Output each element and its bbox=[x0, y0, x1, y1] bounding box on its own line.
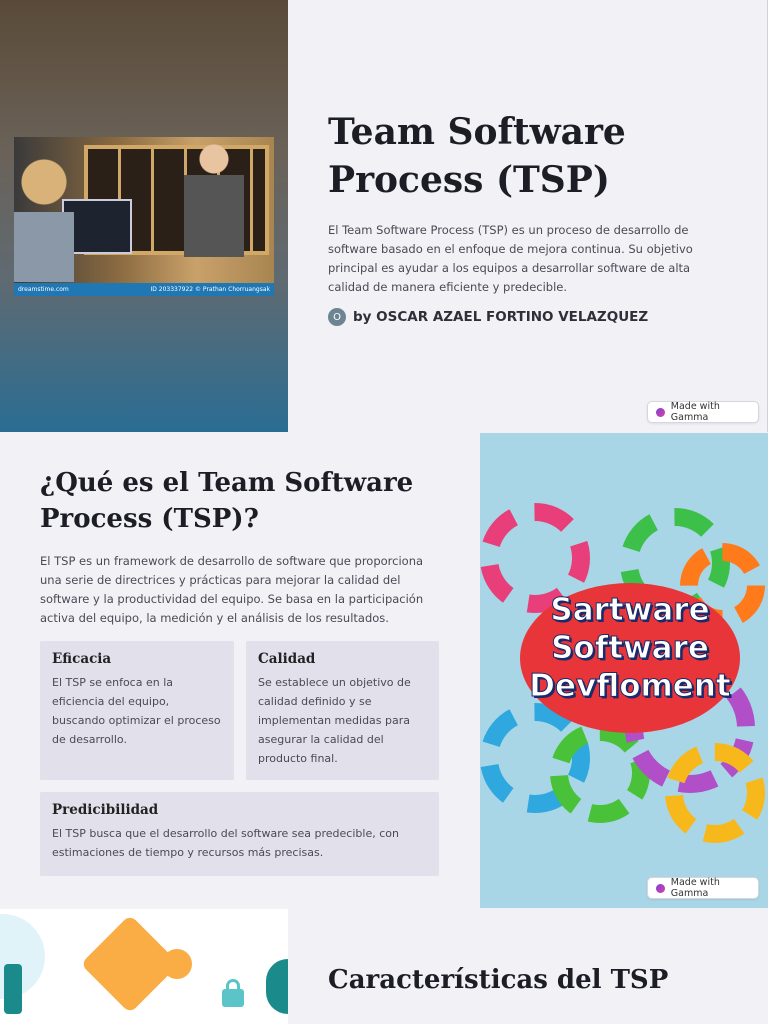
puzzle-illustration bbox=[0, 909, 288, 1024]
card-title: Calidad bbox=[258, 651, 316, 667]
section-title: ¿Qué es el Team Software Process (TSP)? bbox=[40, 468, 414, 534]
gear-icon bbox=[665, 743, 765, 843]
card-eficacia: Eficacia El TSP se enfoca en la eficienc… bbox=[40, 641, 234, 780]
woman-on-phone bbox=[184, 137, 244, 257]
gamma-logo-icon bbox=[656, 883, 665, 893]
lock-shackle bbox=[226, 979, 240, 993]
card-calidad: Calidad Se establece un objetivo de cali… bbox=[246, 641, 439, 780]
flashlight-icon bbox=[4, 964, 22, 1014]
card-text: El TSP busca que el desarrollo del softw… bbox=[52, 827, 399, 859]
card-text: Se establece un objetivo de calidad defi… bbox=[258, 676, 411, 765]
gamma-label: Made with Gamma bbox=[670, 401, 720, 423]
author-line: O by OSCAR AZAEL FORTINO VELAZQUEZ bbox=[328, 308, 648, 326]
gamma-label: Made with Gamma bbox=[670, 877, 720, 899]
gears-illustration: Sartware Software Devfloment bbox=[480, 433, 768, 908]
page-title: Team Software Process (TSP) bbox=[328, 111, 626, 201]
author-name: by OSCAR AZAEL FORTINO VELAZQUEZ bbox=[353, 309, 649, 325]
card-title: Predicibilidad bbox=[52, 802, 159, 818]
section-description: El TSP es un framework de desarrollo de … bbox=[40, 554, 424, 625]
image-text: Sartware Software Devfloment bbox=[529, 592, 731, 705]
card-title: Eficacia bbox=[52, 651, 112, 667]
card-predicibilidad: Predicibilidad El TSP busca que el desar… bbox=[40, 792, 439, 876]
made-with-gamma-button[interactable]: Made with Gamma bbox=[647, 401, 759, 423]
decor-circle bbox=[266, 959, 288, 1014]
section-title: Características del TSP bbox=[328, 965, 669, 995]
gamma-logo-icon bbox=[656, 407, 665, 417]
intro-description: El Team Software Process (TSP) es un pro… bbox=[328, 223, 693, 294]
puzzle-knob bbox=[162, 949, 192, 979]
avatar: O bbox=[328, 308, 346, 326]
developer bbox=[14, 152, 74, 282]
made-with-gamma-button[interactable]: Made with Gamma bbox=[647, 877, 759, 899]
photo-watermark: dreamstime.com bbox=[18, 286, 69, 293]
card-text: El TSP se enfoca en la eficiencia del eq… bbox=[52, 676, 221, 746]
photo-caption-bar: dreamstime.com ID 203337922 © Prathan Ch… bbox=[14, 283, 274, 296]
photo-id: ID 203337922 © Prathan Chorruangsak bbox=[150, 286, 270, 293]
office-photo: dreamstime.com ID 203337922 © Prathan Ch… bbox=[14, 137, 274, 296]
cover-image-panel: dreamstime.com ID 203337922 © Prathan Ch… bbox=[0, 0, 288, 432]
